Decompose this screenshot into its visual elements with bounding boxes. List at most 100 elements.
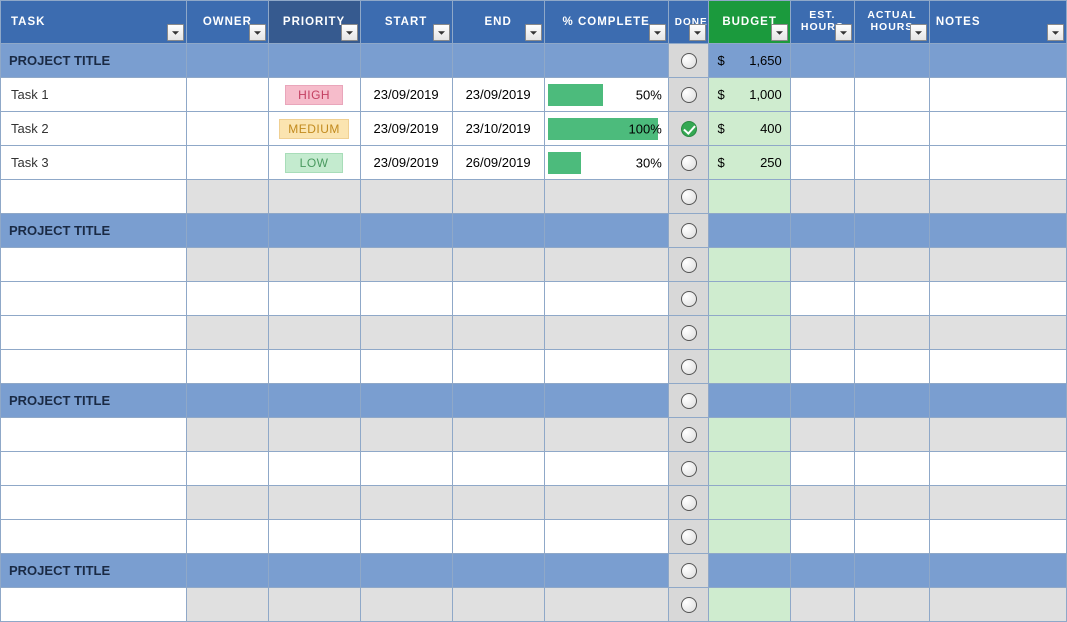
done-cell[interactable] xyxy=(668,214,709,248)
cell[interactable] xyxy=(854,180,929,214)
cell[interactable] xyxy=(790,452,854,486)
cell[interactable] xyxy=(668,350,709,384)
budget-cell[interactable]: $400 xyxy=(709,112,790,146)
cell[interactable] xyxy=(187,384,268,418)
done-radio[interactable] xyxy=(681,393,697,409)
cell[interactable] xyxy=(360,316,452,350)
cell[interactable] xyxy=(854,384,929,418)
cell[interactable] xyxy=(1,418,187,452)
cell[interactable] xyxy=(452,418,544,452)
actual-hours-cell[interactable] xyxy=(854,112,929,146)
cell[interactable] xyxy=(709,418,790,452)
cell[interactable] xyxy=(452,554,544,588)
cell[interactable] xyxy=(268,214,360,248)
project-title-cell[interactable]: PROJECT TITLE xyxy=(1,384,187,418)
cell[interactable] xyxy=(929,588,1066,622)
pct-complete-cell[interactable]: 100% xyxy=(544,112,668,146)
done-radio[interactable] xyxy=(681,495,697,511)
filter-icon[interactable] xyxy=(249,24,266,41)
cell[interactable] xyxy=(790,44,854,78)
cell[interactable] xyxy=(268,384,360,418)
cell[interactable] xyxy=(668,452,709,486)
cell[interactable] xyxy=(929,486,1066,520)
cell[interactable] xyxy=(452,316,544,350)
cell[interactable] xyxy=(709,350,790,384)
cell[interactable] xyxy=(1,180,187,214)
cell[interactable] xyxy=(544,452,668,486)
task-name-cell[interactable]: Task 3 xyxy=(1,146,187,180)
est-hours-cell[interactable] xyxy=(790,78,854,112)
cell[interactable] xyxy=(360,180,452,214)
cell[interactable] xyxy=(709,486,790,520)
start-date-cell[interactable]: 23/09/2019 xyxy=(360,146,452,180)
owner-cell[interactable] xyxy=(187,146,268,180)
cell[interactable] xyxy=(668,588,709,622)
cell[interactable] xyxy=(360,554,452,588)
cell[interactable] xyxy=(790,486,854,520)
project-title-cell[interactable]: PROJECT TITLE xyxy=(1,44,187,78)
cell[interactable] xyxy=(187,350,268,384)
cell[interactable] xyxy=(1,452,187,486)
done-cell[interactable] xyxy=(668,384,709,418)
cell[interactable] xyxy=(929,316,1066,350)
cell[interactable] xyxy=(1,520,187,554)
cell[interactable] xyxy=(790,316,854,350)
cell[interactable] xyxy=(544,520,668,554)
cell[interactable] xyxy=(929,520,1066,554)
cell[interactable] xyxy=(929,214,1066,248)
cell[interactable] xyxy=(668,418,709,452)
cell[interactable] xyxy=(544,350,668,384)
cell[interactable] xyxy=(360,44,452,78)
owner-cell[interactable] xyxy=(187,112,268,146)
notes-cell[interactable] xyxy=(929,112,1066,146)
cell[interactable] xyxy=(187,316,268,350)
filter-icon[interactable] xyxy=(835,24,852,41)
cell[interactable] xyxy=(544,486,668,520)
budget-cell[interactable] xyxy=(709,554,790,588)
cell[interactable] xyxy=(452,486,544,520)
cell[interactable] xyxy=(668,248,709,282)
start-date-cell[interactable]: 23/09/2019 xyxy=(360,112,452,146)
cell[interactable] xyxy=(360,282,452,316)
cell[interactable] xyxy=(452,180,544,214)
cell[interactable] xyxy=(854,44,929,78)
done-cell[interactable] xyxy=(668,112,709,146)
cell[interactable] xyxy=(1,248,187,282)
filter-icon[interactable] xyxy=(689,24,706,41)
cell[interactable] xyxy=(544,214,668,248)
cell[interactable] xyxy=(360,520,452,554)
cell[interactable] xyxy=(268,452,360,486)
cell[interactable] xyxy=(854,350,929,384)
done-cell[interactable] xyxy=(668,44,709,78)
cell[interactable] xyxy=(544,44,668,78)
cell[interactable] xyxy=(790,282,854,316)
cell[interactable] xyxy=(790,588,854,622)
cell[interactable] xyxy=(187,520,268,554)
cell[interactable] xyxy=(187,486,268,520)
task-name-cell[interactable]: Task 2 xyxy=(1,112,187,146)
actual-hours-cell[interactable] xyxy=(854,146,929,180)
cell[interactable] xyxy=(929,44,1066,78)
done-radio[interactable] xyxy=(681,53,697,69)
task-name-cell[interactable]: Task 1 xyxy=(1,78,187,112)
cell[interactable] xyxy=(187,418,268,452)
cell[interactable] xyxy=(544,554,668,588)
cell[interactable] xyxy=(268,350,360,384)
cell[interactable] xyxy=(929,350,1066,384)
cell[interactable] xyxy=(790,350,854,384)
cell[interactable] xyxy=(790,384,854,418)
filter-icon[interactable] xyxy=(433,24,450,41)
cell[interactable] xyxy=(929,554,1066,588)
done-radio[interactable] xyxy=(681,291,697,307)
cell[interactable] xyxy=(709,282,790,316)
cell[interactable] xyxy=(790,520,854,554)
cell[interactable] xyxy=(854,554,929,588)
filter-icon[interactable] xyxy=(341,24,358,41)
cell[interactable] xyxy=(544,282,668,316)
cell[interactable] xyxy=(360,350,452,384)
done-radio[interactable] xyxy=(681,597,697,613)
cell[interactable] xyxy=(668,486,709,520)
cell[interactable] xyxy=(668,520,709,554)
actual-hours-cell[interactable] xyxy=(854,78,929,112)
cell[interactable] xyxy=(929,180,1066,214)
